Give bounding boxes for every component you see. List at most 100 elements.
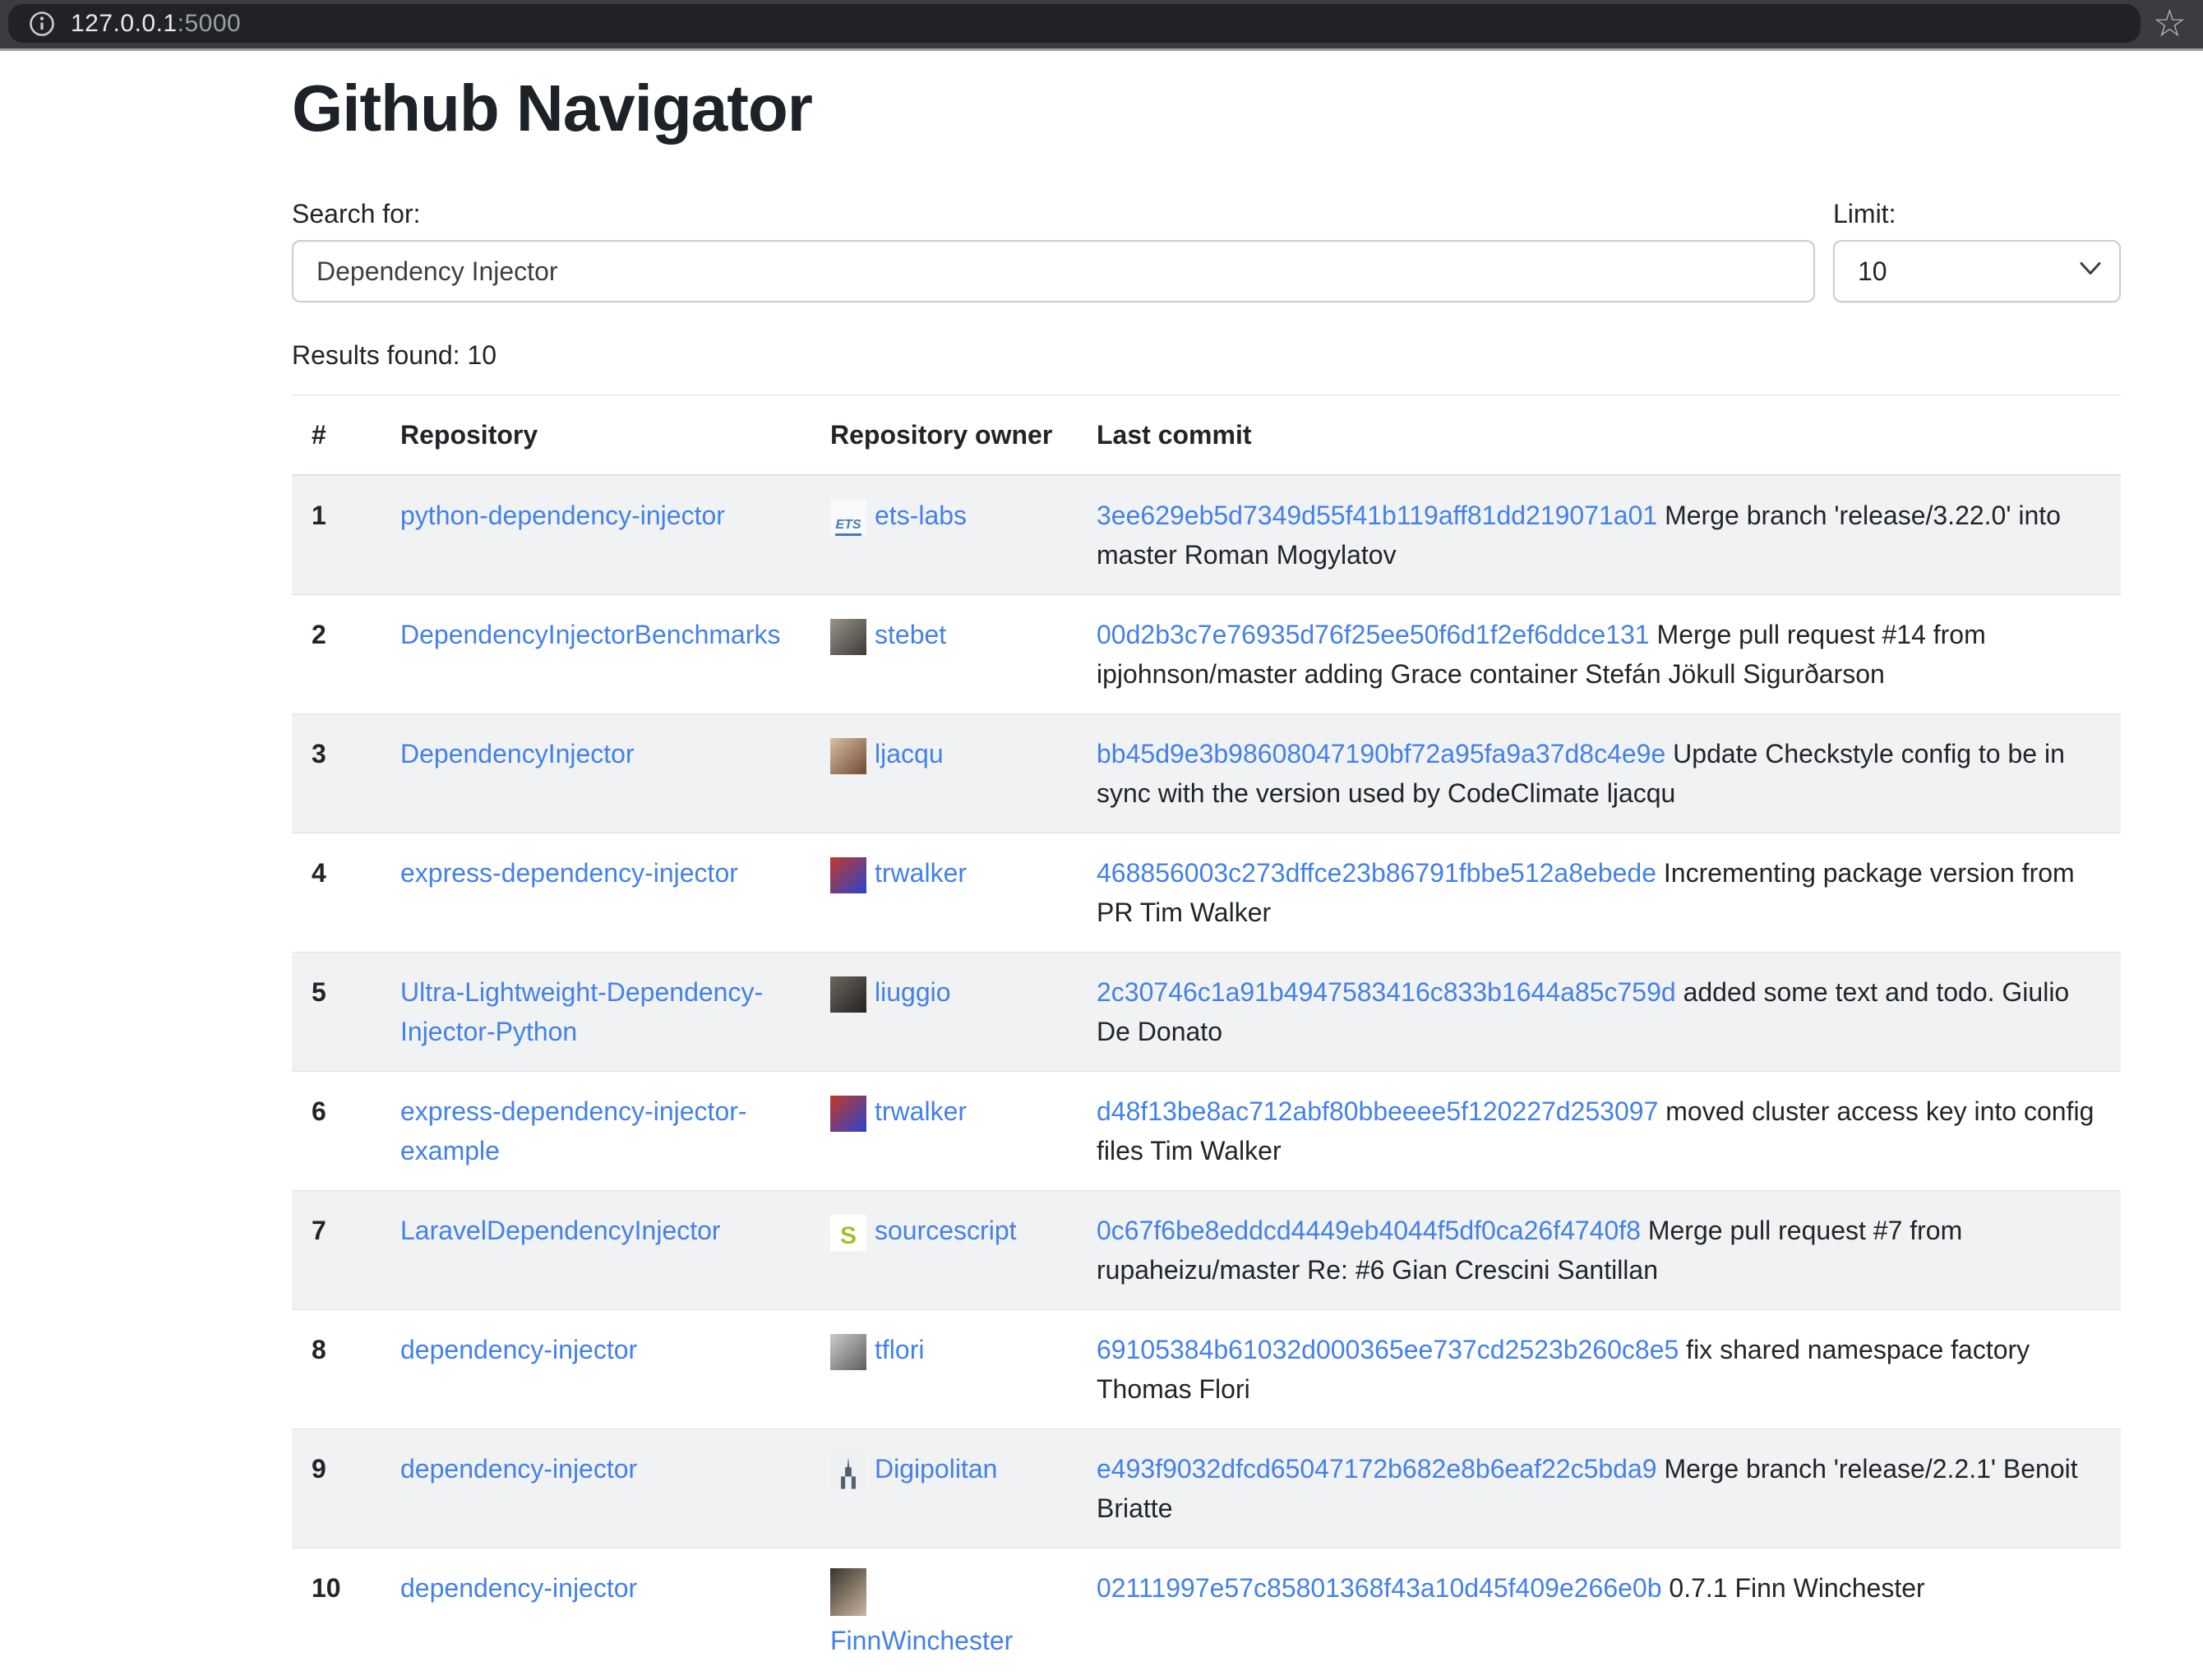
owner-cell: ETS ets-labs bbox=[811, 475, 1077, 595]
search-form: Search for: Limit: 10 bbox=[292, 194, 2121, 302]
owner-avatar bbox=[830, 1568, 866, 1616]
commit-hash-link[interactable]: d48f13be8ac712abf80bbeeee5f120227d253097 bbox=[1097, 1096, 1658, 1126]
owner-avatar bbox=[830, 976, 866, 1013]
repo-link[interactable]: DependencyInjector bbox=[400, 739, 635, 768]
table-row: 6express-dependency-injector-exampletrwa… bbox=[292, 1072, 2121, 1191]
row-number: 2 bbox=[292, 595, 381, 714]
repo-link[interactable]: dependency-injector bbox=[400, 1454, 637, 1484]
column-header-owner: Repository owner bbox=[811, 395, 1077, 476]
commit-hash-link[interactable]: 00d2b3c7e76935d76f25ee50f6d1f2ef6ddce131 bbox=[1097, 620, 1650, 649]
table-row: 9 dependency-injector Digipolitan e493f9032… bbox=[292, 1429, 2121, 1548]
commit-hash-link[interactable]: 2c30746c1a91b4947583416c833b1644a85c759d bbox=[1097, 977, 1676, 1007]
row-number: 1 bbox=[292, 475, 381, 595]
commit-hash-link[interactable]: e493f9032dfcd65047172b682e8b6eaf22c5bda9 bbox=[1097, 1454, 1657, 1484]
repo-link[interactable]: dependency-injector bbox=[400, 1335, 637, 1364]
owner-cell: stebet bbox=[811, 595, 1077, 714]
repo-cell: dependency-injector bbox=[381, 1429, 811, 1548]
table-row: 7 LaravelDependencyInjector Ssourcescript 0… bbox=[292, 1191, 2121, 1310]
commit-cell: e493f9032dfcd65047172b682e8b6eaf22c5bda9… bbox=[1077, 1429, 2121, 1548]
address-bar[interactable]: 127.0.0.1:5000 bbox=[8, 4, 2141, 43]
search-label: Search for: bbox=[292, 194, 1815, 233]
limit-label: Limit: bbox=[1833, 194, 2121, 233]
row-number: 9 bbox=[292, 1429, 381, 1548]
table-row: 5 Ultra-Lightweight-Dependency-Injector-P… bbox=[292, 953, 2121, 1072]
owner-link[interactable]: Digipolitan bbox=[875, 1454, 997, 1484]
row-number: 10 bbox=[292, 1548, 381, 1680]
commit-cell: 2c30746c1a91b4947583416c833b1644a85c759d… bbox=[1077, 953, 2121, 1072]
owner-link[interactable]: trwalker bbox=[875, 1096, 967, 1126]
owner-link[interactable]: liuggio bbox=[875, 977, 951, 1007]
repositories-table: # Repository Repository owner Last commi… bbox=[292, 395, 2121, 1680]
site-info-icon[interactable] bbox=[28, 10, 56, 38]
repo-link[interactable]: express-dependency-injector bbox=[400, 858, 738, 888]
table-row: 8dependency-injectortflori69105384b61032… bbox=[292, 1310, 2121, 1429]
repo-link[interactable]: Ultra-Lightweight-Dependency-Injector-Py… bbox=[400, 977, 763, 1046]
commit-cell: 00d2b3c7e76935d76f25ee50f6d1f2ef6ddce131… bbox=[1077, 595, 2121, 714]
column-header-repository: Repository bbox=[381, 395, 811, 476]
results-count: Results found: 10 bbox=[292, 335, 2121, 375]
commit-cell: 69105384b61032d000365ee737cd2523b260c8e5… bbox=[1077, 1310, 2121, 1429]
row-number: 5 bbox=[292, 953, 381, 1072]
repo-cell: DependencyInjectorBenchmarks bbox=[381, 595, 811, 714]
building-glyph bbox=[835, 1456, 861, 1489]
table-row: 2 DependencyInjectorBenchmarks stebet 00d2b… bbox=[292, 595, 2121, 714]
owner-cell: liuggio bbox=[811, 953, 1077, 1072]
commit-hash-link[interactable]: bb45d9e3b98608047190bf72a95fa9a37d8c4e9e bbox=[1097, 739, 1665, 768]
url-text: 127.0.0.1:5000 bbox=[71, 10, 241, 38]
limit-select[interactable]: 10 bbox=[1833, 240, 2121, 302]
commit-cell: 0c67f6be8eddcd4449eb4044f5df0ca26f4740f8… bbox=[1077, 1191, 2121, 1310]
repo-cell: dependency-injector bbox=[381, 1310, 811, 1429]
owner-link[interactable]: ets-labs bbox=[875, 501, 967, 530]
limit-select-wrap: 10 bbox=[1833, 240, 2121, 302]
owner-avatar: S bbox=[830, 1215, 866, 1251]
search-field-group: Search for: bbox=[292, 194, 1815, 302]
repo-link[interactable]: DependencyInjectorBenchmarks bbox=[400, 620, 780, 649]
table-row: 10 dependency-injector FinnWinchester 02111… bbox=[292, 1548, 2121, 1680]
owner-cell: ljacqu bbox=[811, 714, 1077, 833]
url-port: :5000 bbox=[178, 10, 242, 37]
table-row: 1 python-dependency-injector ETS ets-labs 3e… bbox=[292, 475, 2121, 595]
commit-hash-link[interactable]: 69105384b61032d000365ee737cd2523b260c8e5 bbox=[1097, 1335, 1679, 1364]
owner-avatar bbox=[830, 619, 866, 655]
repo-link[interactable]: LaravelDependencyInjector bbox=[400, 1216, 721, 1245]
table-row: 3 DependencyInjector ljacqu bb45d9e3b986080… bbox=[292, 714, 2121, 833]
column-header-last-commit: Last commit bbox=[1077, 395, 2121, 476]
row-number: 3 bbox=[292, 714, 381, 833]
owner-avatar bbox=[830, 1334, 866, 1370]
commit-cell: 02111997e57c85801368f43a10d45f409e266e0b… bbox=[1077, 1548, 2121, 1680]
commit-hash-link[interactable]: 468856003c273dffce23b86791fbbe512a8ebede bbox=[1097, 858, 1656, 888]
repo-link[interactable]: python-dependency-injector bbox=[400, 501, 725, 530]
commit-hash-link[interactable]: 3ee629eb5d7349d55f41b119aff81dd219071a01 bbox=[1097, 501, 1657, 530]
owner-link[interactable]: FinnWinchester bbox=[830, 1621, 1057, 1660]
owner-avatar: ETS bbox=[830, 500, 866, 536]
page-container: Github Navigator Search for: Limit: 10 R… bbox=[0, 69, 2203, 1680]
commit-hash-link[interactable]: 02111997e57c85801368f43a10d45f409e266e0b bbox=[1097, 1573, 1662, 1603]
repo-cell: dependency-injector bbox=[381, 1548, 811, 1680]
page-title: Github Navigator bbox=[292, 69, 2121, 148]
repo-cell: DependencyInjector bbox=[381, 714, 811, 833]
browser-toolbar: 127.0.0.1:5000 ☆ bbox=[0, 0, 2203, 51]
search-input[interactable] bbox=[292, 240, 1815, 302]
owner-cell: Digipolitan bbox=[811, 1429, 1077, 1548]
repo-cell: Ultra-Lightweight-Dependency-Injector-Py… bbox=[381, 953, 811, 1072]
owner-avatar bbox=[830, 1453, 866, 1489]
repo-cell: express-dependency-injector bbox=[381, 833, 811, 953]
avatar-logo-text: S bbox=[840, 1224, 857, 1248]
commit-cell: d48f13be8ac712abf80bbeeee5f120227d253097… bbox=[1077, 1072, 2121, 1191]
repo-link[interactable]: dependency-injector bbox=[400, 1573, 637, 1603]
owner-avatar bbox=[830, 1096, 866, 1132]
owner-avatar bbox=[830, 857, 866, 893]
row-number: 7 bbox=[292, 1191, 381, 1310]
repo-cell: python-dependency-injector bbox=[381, 475, 811, 595]
owner-link[interactable]: stebet bbox=[875, 620, 946, 649]
commit-hash-link[interactable]: 0c67f6be8eddcd4449eb4044f5df0ca26f4740f8 bbox=[1097, 1216, 1641, 1245]
owner-link[interactable]: sourcescript bbox=[875, 1216, 1017, 1245]
bookmark-star-icon[interactable]: ☆ bbox=[2153, 4, 2187, 42]
repo-link[interactable]: express-dependency-injector-example bbox=[400, 1096, 747, 1165]
limit-field-group: Limit: 10 bbox=[1833, 194, 2121, 302]
owner-link[interactable]: ljacqu bbox=[875, 739, 944, 768]
owner-link[interactable]: tflori bbox=[875, 1335, 924, 1364]
owner-link[interactable]: trwalker bbox=[875, 858, 967, 888]
table-row: 4express-dependency-injectortrwalker4688… bbox=[292, 833, 2121, 953]
commit-cell: 468856003c273dffce23b86791fbbe512a8ebede… bbox=[1077, 833, 2121, 953]
